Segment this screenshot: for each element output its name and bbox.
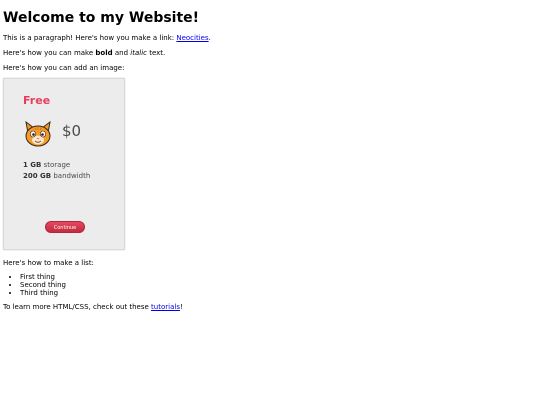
bold-word: bold [95, 49, 113, 57]
tutorials-link[interactable]: tutorials [151, 303, 180, 311]
storage-label: storage [41, 161, 71, 169]
bandwidth-feature: 200 GB bandwidth [23, 172, 90, 181]
paragraph-tutorials: To learn more HTML/CSS, check out these … [3, 303, 533, 312]
storage-amount: 1 GB [23, 161, 42, 169]
italic-word: italic [130, 49, 147, 57]
paragraph-formatting: Here's how you can make bold and italic … [3, 49, 533, 58]
cat-icon [25, 120, 51, 147]
paragraph-list: Here's how to make a list: [3, 259, 94, 267]
plan-card-image: Free $0 1 GB storage 200 GB bandwidth Co… [3, 78, 125, 250]
bandwidth-label: bandwidth [51, 172, 91, 180]
plan-price: $0 [62, 122, 82, 140]
formatting-text-start: Here's how you can make [3, 49, 96, 57]
page-heading: Welcome to my Website! [3, 10, 200, 26]
paragraph-image: Here's how you can add an image: [3, 64, 125, 72]
formatting-text-end: text. [146, 49, 166, 57]
bandwidth-amount: 200 GB [23, 172, 52, 180]
plan-name: Free [23, 94, 51, 107]
continue-button: Continue [45, 221, 85, 233]
tutorials-text: To learn more HTML/CSS, check out these [3, 303, 152, 311]
list-item: First thing [20, 273, 533, 281]
thing-list: First thing Second thing Third thing [3, 273, 533, 297]
paragraph-link: This is a paragraph! Here's how you make… [3, 34, 533, 43]
tutorials-end: ! [179, 303, 183, 311]
page-content: Welcome to my Website! This is a paragra… [3, 0, 533, 312]
list-item: Second thing [20, 281, 533, 289]
paragraph-link-end: . [208, 34, 211, 42]
formatting-text-middle: and [112, 49, 131, 57]
storage-feature: 1 GB storage [23, 161, 70, 170]
neocities-link[interactable]: Neocities [176, 34, 208, 42]
paragraph-link-text: This is a paragraph! Here's how you make… [3, 34, 177, 42]
list-item: Third thing [20, 289, 533, 297]
